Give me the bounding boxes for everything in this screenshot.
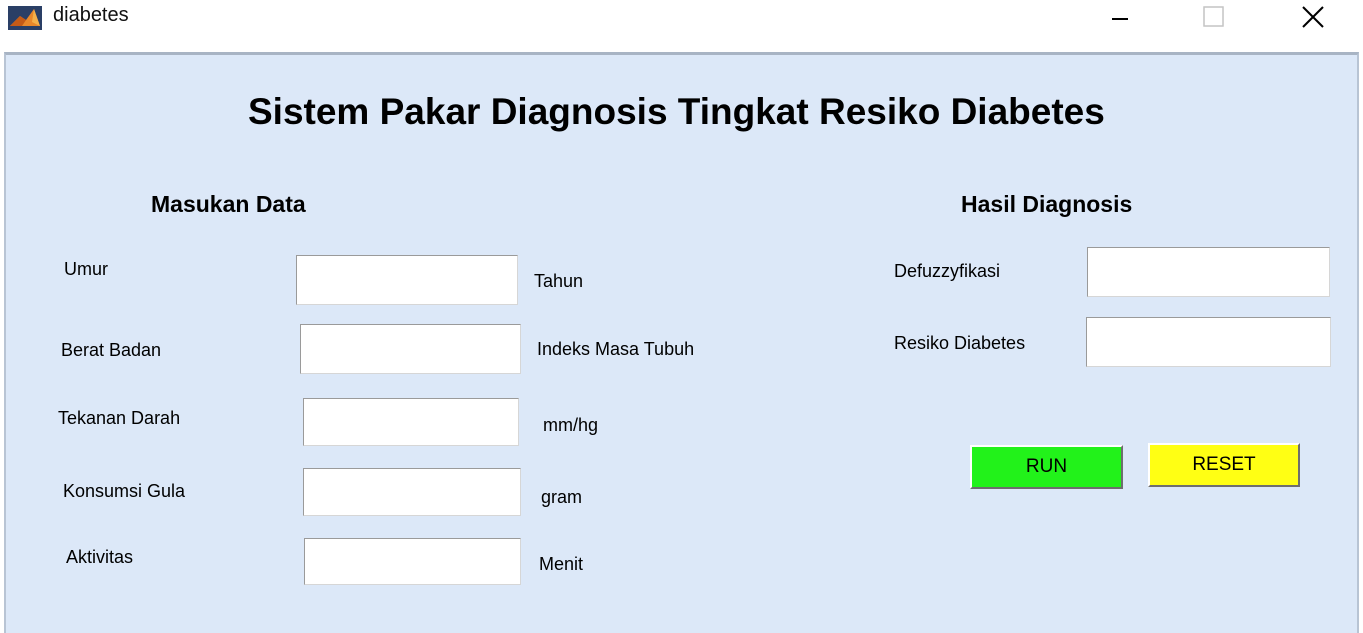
konsumsi-gula-label: Konsumsi Gula — [63, 481, 186, 501]
tekanan-darah-input[interactable] — [303, 398, 519, 446]
matlab-logo-icon — [8, 6, 42, 30]
result-section-heading: Hasil Diagnosis — [961, 191, 1133, 217]
aktivitas-unit: Menit — [539, 554, 584, 574]
resiko-diabetes-output[interactable] — [1086, 317, 1331, 367]
tekanan-darah-unit: mm/hg — [543, 415, 599, 435]
close-button[interactable] — [1283, 0, 1343, 38]
minimize-icon — [1110, 7, 1130, 32]
berat-badan-label: Berat Badan — [61, 340, 162, 360]
maximize-icon — [1202, 5, 1226, 34]
title-bar: diabetes — [0, 0, 1363, 40]
aktivitas-input[interactable] — [304, 538, 521, 585]
konsumsi-gula-unit: gram — [541, 487, 583, 507]
berat-badan-input[interactable] — [300, 324, 521, 374]
close-icon — [1301, 5, 1325, 34]
defuzzyfikasi-label: Defuzzyfikasi — [894, 261, 1001, 281]
run-button[interactable]: RUN — [970, 445, 1123, 489]
maximize-button[interactable] — [1184, 0, 1244, 38]
umur-input[interactable] — [296, 255, 518, 305]
berat-badan-unit: Indeks Masa Tubuh — [537, 339, 695, 359]
app-window: diabetes Sistem Pakar Diagnosis Tingkat … — [0, 0, 1363, 633]
page-title: Sistem Pakar Diagnosis Tingkat Resiko Di… — [248, 91, 1105, 132]
konsumsi-gula-input[interactable] — [303, 468, 521, 516]
aktivitas-label: Aktivitas — [66, 547, 134, 567]
resiko-diabetes-label: Resiko Diabetes — [894, 333, 1026, 353]
window-title: diabetes — [53, 4, 129, 26]
umur-label: Umur — [64, 259, 108, 279]
minimize-button[interactable] — [1090, 0, 1150, 38]
tekanan-darah-label: Tekanan Darah — [58, 408, 181, 428]
input-section-heading: Masukan Data — [151, 191, 306, 217]
defuzzyfikasi-output[interactable] — [1087, 247, 1330, 297]
umur-unit: Tahun — [534, 271, 584, 291]
figure-panel: Sistem Pakar Diagnosis Tingkat Resiko Di… — [4, 52, 1359, 633]
reset-button[interactable]: RESET — [1148, 443, 1300, 487]
